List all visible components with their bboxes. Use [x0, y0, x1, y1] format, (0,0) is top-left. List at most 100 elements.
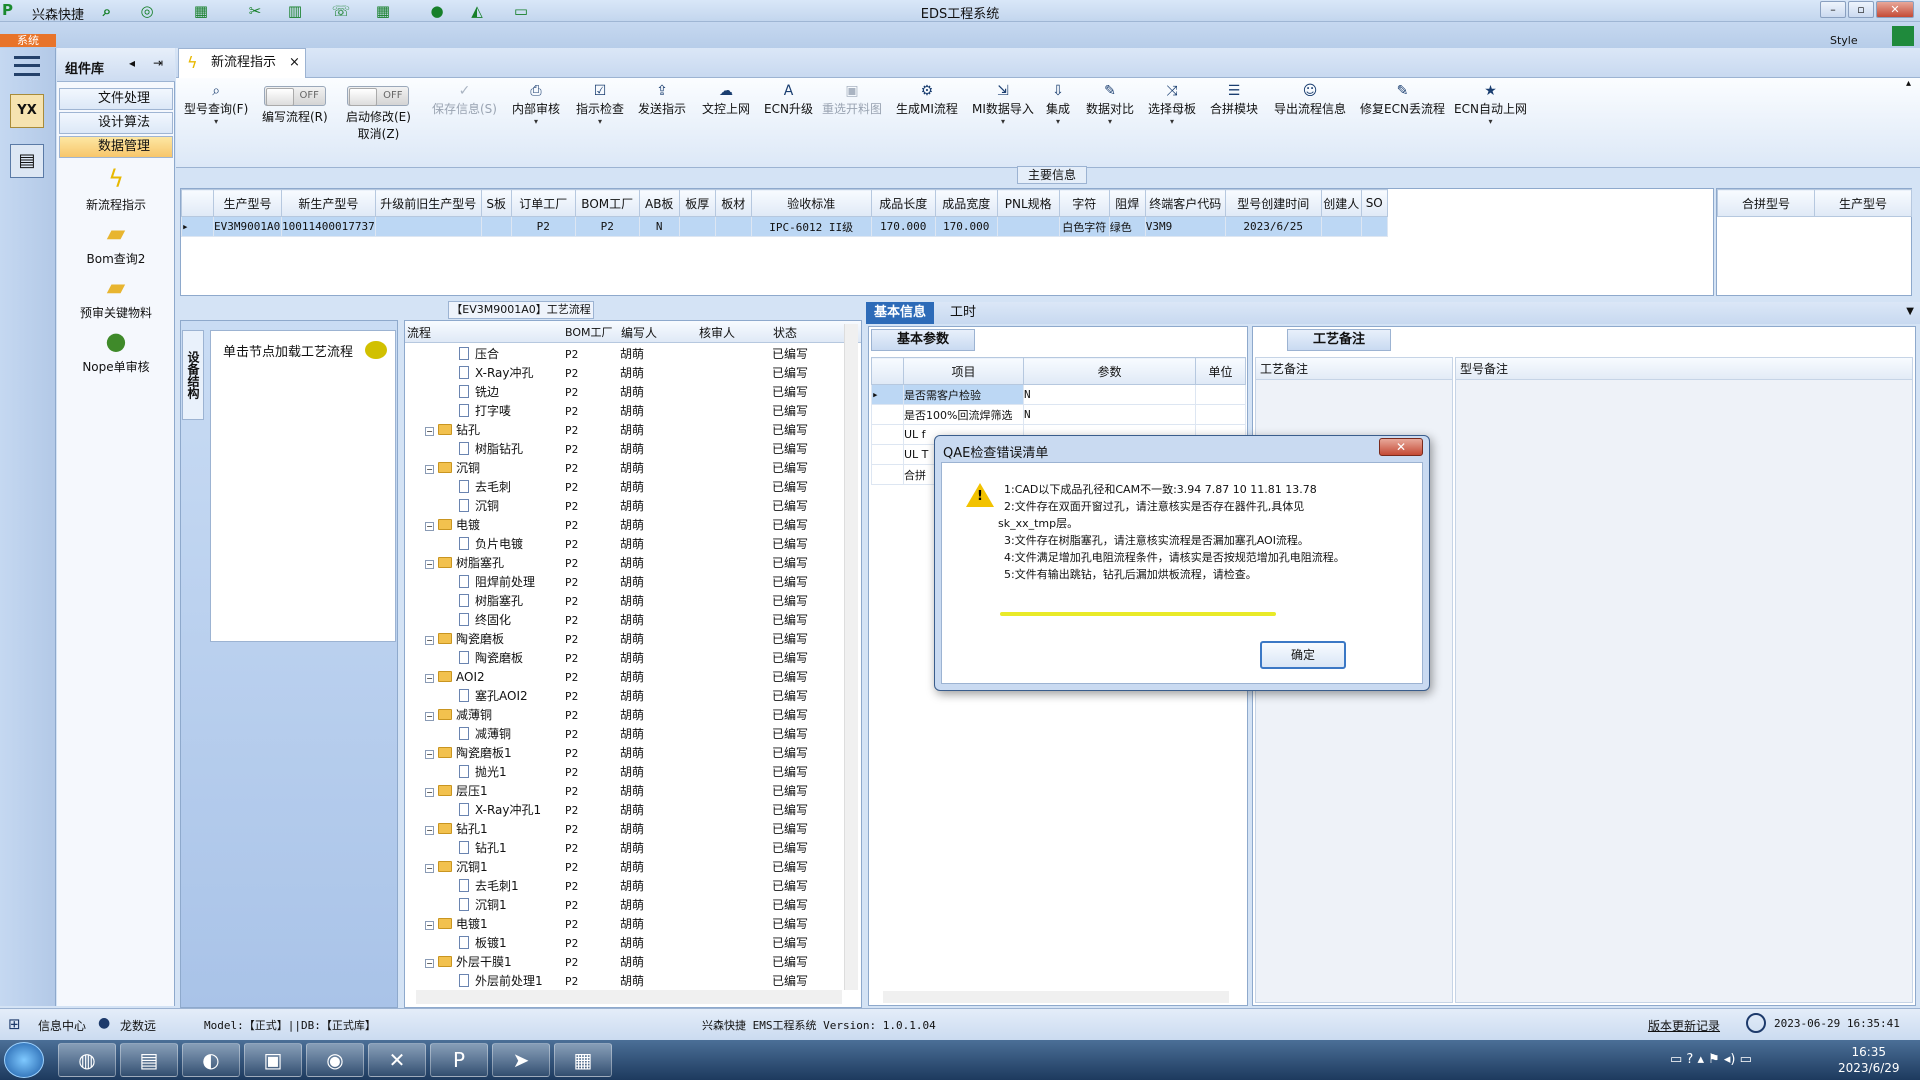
- tool-new-flow[interactable]: ϟ 新流程指示: [61, 166, 171, 213]
- tree-row[interactable]: − AOI2 P2 胡萌 已编写: [405, 668, 843, 687]
- column-header[interactable]: 流程: [407, 324, 431, 341]
- column-header[interactable]: 型号创建时间: [1224, 189, 1322, 217]
- tree-row[interactable]: − 电镀1 P2 胡萌 已编写: [405, 915, 843, 934]
- table-cell[interactable]: [1195, 384, 1246, 405]
- search-icon[interactable]: ⌕: [96, 2, 118, 20]
- column-header[interactable]: 成品长度: [870, 189, 936, 217]
- chart-icon[interactable]: ◭: [466, 2, 488, 20]
- column-header[interactable]: 生产型号: [213, 189, 282, 217]
- table-cell[interactable]: 170.000: [870, 216, 936, 237]
- tree-node[interactable]: − 沉铜1: [425, 858, 488, 877]
- tab-close-icon[interactable]: ×: [289, 49, 300, 77]
- nav-item-design-algorithm[interactable]: 设计算法: [59, 112, 173, 134]
- tree-node[interactable]: 塞孔AOI2: [459, 687, 528, 706]
- tree-row[interactable]: − 树脂塞孔 P2 胡萌 已编写: [405, 554, 843, 573]
- tree-row[interactable]: − 外层干膜1 P2 胡萌 已编写: [405, 953, 843, 972]
- collapse-icon[interactable]: −: [425, 674, 434, 683]
- tree-row[interactable]: 去毛刺 P2 胡萌 已编写: [405, 478, 843, 497]
- taskbar-app-arrow-icon[interactable]: ➤: [492, 1043, 550, 1077]
- tree-node[interactable]: 陶瓷磨板: [459, 649, 523, 668]
- grid-icon[interactable]: ▦: [190, 2, 212, 20]
- tree-node[interactable]: − 沉铜: [425, 459, 480, 478]
- column-header[interactable]: 项目: [903, 357, 1024, 385]
- column-header[interactable]: S板: [480, 189, 512, 217]
- repair-ecn-flow-button[interactable]: ✎ 修复ECN丢流程: [1360, 82, 1445, 117]
- column-header[interactable]: 板材: [714, 189, 752, 217]
- taskbar-app-shell-icon[interactable]: ◍: [58, 1043, 116, 1077]
- collapse-icon[interactable]: −: [425, 522, 434, 531]
- table-cell[interactable]: N: [1023, 404, 1196, 425]
- yx-logo-icon[interactable]: YX: [10, 94, 44, 128]
- taskbar-app-p-icon[interactable]: P: [430, 1043, 488, 1077]
- system-tray-icons[interactable]: ▭ ? ▴ ⚑ ◂) ▭: [1670, 1052, 1752, 1067]
- collapse-icon[interactable]: −: [425, 636, 434, 645]
- exit-icon[interactable]: ⇥: [153, 56, 163, 70]
- taskbar-clock[interactable]: 16:35 2023/6/29: [1838, 1044, 1900, 1076]
- tab-basic-info[interactable]: 基本信息: [866, 302, 935, 324]
- integrate-button[interactable]: ⇩ 集成 ▾: [1046, 82, 1070, 126]
- table-cell[interactable]: 170.000: [934, 216, 998, 237]
- table-row[interactable]: 是否100%回流焊筛选 N: [871, 404, 1246, 425]
- table-cell[interactable]: 10011400017737: [281, 216, 376, 237]
- dropdown-icon[interactable]: ▼: [1906, 306, 1914, 317]
- tab-work-hours[interactable]: 工时: [942, 302, 984, 324]
- tree-node[interactable]: 树脂钻孔: [459, 440, 523, 459]
- tree-row[interactable]: − 层压1 P2 胡萌 已编写: [405, 782, 843, 801]
- column-header[interactable]: 单位: [1195, 357, 1246, 385]
- tree-row[interactable]: − 钻孔1 P2 胡萌 已编写: [405, 820, 843, 839]
- tree-row[interactable]: 阻焊前处理 P2 胡萌 已编写: [405, 573, 843, 592]
- table-cell[interactable]: P2: [574, 216, 640, 237]
- tree-node[interactable]: 树脂塞孔: [459, 592, 523, 611]
- table-cell[interactable]: [678, 216, 716, 237]
- system-tab[interactable]: 系统: [0, 34, 56, 47]
- column-header[interactable]: 字符: [1058, 189, 1110, 217]
- write-flow-toggle[interactable]: OFF 编写流程(R): [262, 82, 328, 125]
- maximize-button[interactable]: ▫: [1848, 1, 1874, 18]
- tree-node[interactable]: 铣边: [459, 383, 499, 402]
- select-motherboard-button[interactable]: ⤨ 选择母板 ▾: [1148, 82, 1196, 126]
- tree-row[interactable]: 减薄铜 P2 胡萌 已编写: [405, 725, 843, 744]
- start-modify-toggle[interactable]: OFF 启动修改(E) 取消(Z): [346, 82, 411, 142]
- tree-node[interactable]: X-Ray冲孔: [459, 364, 533, 383]
- table-cell[interactable]: N: [638, 216, 680, 237]
- collapse-icon[interactable]: −: [425, 959, 434, 968]
- tool-bom-query[interactable]: ▰ Bom查询2: [61, 220, 171, 267]
- column-header[interactable]: 阻焊: [1108, 189, 1146, 217]
- tree-node[interactable]: 沉铜1: [459, 896, 507, 915]
- start-button[interactable]: [4, 1042, 44, 1078]
- table-cell[interactable]: IPC-6012 II级: [750, 216, 872, 237]
- ribbon-collapse-icon[interactable]: ▴: [1906, 78, 1911, 89]
- table-cell[interactable]: V3M9: [1144, 216, 1226, 237]
- taskbar-app-eye-icon[interactable]: ◉: [306, 1043, 364, 1077]
- tree-row[interactable]: 铣边 P2 胡萌 已编写: [405, 383, 843, 402]
- tree-row[interactable]: 钻孔1 P2 胡萌 已编写: [405, 839, 843, 858]
- table-cell[interactable]: N: [1023, 384, 1196, 405]
- taskbar-app-red-icon[interactable]: ◐: [182, 1043, 240, 1077]
- table-cell[interactable]: [996, 216, 1060, 237]
- tree-row[interactable]: 打字唛 P2 胡萌 已编写: [405, 402, 843, 421]
- monitor-icon[interactable]: ▭: [510, 2, 532, 20]
- send-instruction-button[interactable]: ⇪ 发送指示: [638, 82, 686, 117]
- model-notes-column[interactable]: 型号备注: [1455, 357, 1913, 1003]
- tree-node[interactable]: 抛光1: [459, 763, 507, 782]
- generate-mi-flow-button[interactable]: ⚙ 生成MI流程: [896, 82, 958, 117]
- table-cell[interactable]: [1320, 216, 1362, 237]
- ecn-upgrade-button[interactable]: A ECN升级: [764, 82, 813, 117]
- taskbar-app-x-icon[interactable]: ✕: [368, 1043, 426, 1077]
- table-cell[interactable]: EV3M9001A0: [213, 216, 282, 237]
- tree-row[interactable]: 树脂钻孔 P2 胡萌 已编写: [405, 440, 843, 459]
- tree-row[interactable]: 板镀1 P2 胡萌 已编写: [405, 934, 843, 953]
- column-header[interactable]: 生产型号: [1814, 189, 1912, 217]
- collapse-left-icon[interactable]: ◂: [129, 56, 135, 70]
- minimize-button[interactable]: –: [1820, 1, 1846, 18]
- column-header[interactable]: 参数: [1023, 357, 1196, 385]
- globe-icon[interactable]: ◎: [136, 2, 158, 20]
- column-header[interactable]: 板厚: [678, 189, 716, 217]
- tree-row[interactable]: 去毛刺1 P2 胡萌 已编写: [405, 877, 843, 896]
- table-icon[interactable]: ▦: [372, 2, 394, 20]
- basic-horizontal-scrollbar[interactable]: [883, 991, 1229, 1003]
- tree-row[interactable]: − 陶瓷磨板 P2 胡萌 已编写: [405, 630, 843, 649]
- user-icon[interactable]: ●: [426, 2, 448, 20]
- tree-node[interactable]: 减薄铜: [459, 725, 511, 744]
- tree-node[interactable]: 去毛刺1: [459, 877, 519, 896]
